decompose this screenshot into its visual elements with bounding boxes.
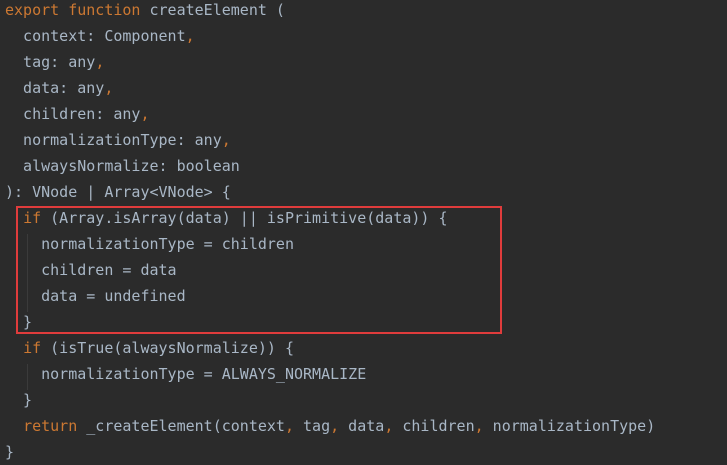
code-token: (Array.isArray(data) || isPrimitive(data…: [41, 209, 448, 227]
code-token: alwaysNormalize: boolean: [5, 157, 240, 175]
code-token: normalizationType = children: [5, 235, 294, 253]
code-token: children: any: [5, 105, 141, 123]
code-token: createElement (: [140, 1, 285, 19]
code-token: normalizationType): [483, 417, 656, 435]
code-token: data = undefined: [5, 287, 186, 305]
code-token: context: Component: [5, 27, 186, 45]
code-line: ): VNode | Array<VNode> {: [5, 179, 231, 205]
code-line: children: any,: [5, 101, 150, 127]
code-line: normalizationType: any,: [5, 127, 231, 153]
code-line: }: [5, 439, 14, 465]
code-token: ,: [284, 417, 294, 435]
code-editor[interactable]: export function createElement ( context:…: [0, 0, 727, 465]
code-token: if: [23, 209, 42, 227]
code-token: ,: [384, 417, 394, 435]
code-token: children = data: [5, 261, 177, 279]
code-line: tag: any,: [5, 49, 104, 75]
code-token: tag: any: [5, 53, 96, 71]
code-line: }: [5, 387, 32, 413]
code-token: ,: [330, 417, 340, 435]
code-line: normalizationType = ALWAYS_NORMALIZE: [5, 361, 366, 387]
code-line: }: [5, 309, 32, 335]
code-line: context: Component,: [5, 23, 195, 49]
code-token: }: [5, 391, 33, 409]
code-token: ,: [221, 131, 231, 149]
code-line: children = data: [5, 257, 177, 283]
code-line: return _createElement(context, tag, data…: [5, 413, 655, 439]
code-token: export: [5, 1, 60, 19]
code-token: (isTrue(alwaysNormalize)) {: [41, 339, 294, 357]
code-token: tag: [294, 417, 331, 435]
code-token: normalizationType: any: [5, 131, 222, 149]
code-line: normalizationType = children: [5, 231, 294, 257]
code-line: data = undefined: [5, 283, 186, 309]
code-line: if (isTrue(alwaysNormalize)) {: [5, 335, 294, 361]
code-token: ,: [104, 79, 114, 97]
code-token: data: any: [5, 79, 105, 97]
code-token: _createElement(context: [77, 417, 285, 435]
code-line: export function createElement (: [5, 0, 285, 23]
code-token: }: [5, 313, 33, 331]
code-token: ): VNode | Array<VNode> {: [5, 183, 231, 201]
code-token: return: [23, 417, 78, 435]
code-token: normalizationType = ALWAYS_NORMALIZE: [5, 365, 367, 383]
code-token: }: [5, 443, 15, 461]
code-line: alwaysNormalize: boolean: [5, 153, 240, 179]
code-token: children: [393, 417, 475, 435]
code-token: ,: [95, 53, 105, 71]
code-line: if (Array.isArray(data) || isPrimitive(d…: [5, 205, 448, 231]
code-token: function: [68, 1, 141, 19]
code-line: data: any,: [5, 75, 113, 101]
code-token: ,: [140, 105, 150, 123]
code-token: data: [339, 417, 385, 435]
code-token: ,: [185, 27, 195, 45]
code-token: if: [23, 339, 42, 357]
code-token: ,: [474, 417, 484, 435]
